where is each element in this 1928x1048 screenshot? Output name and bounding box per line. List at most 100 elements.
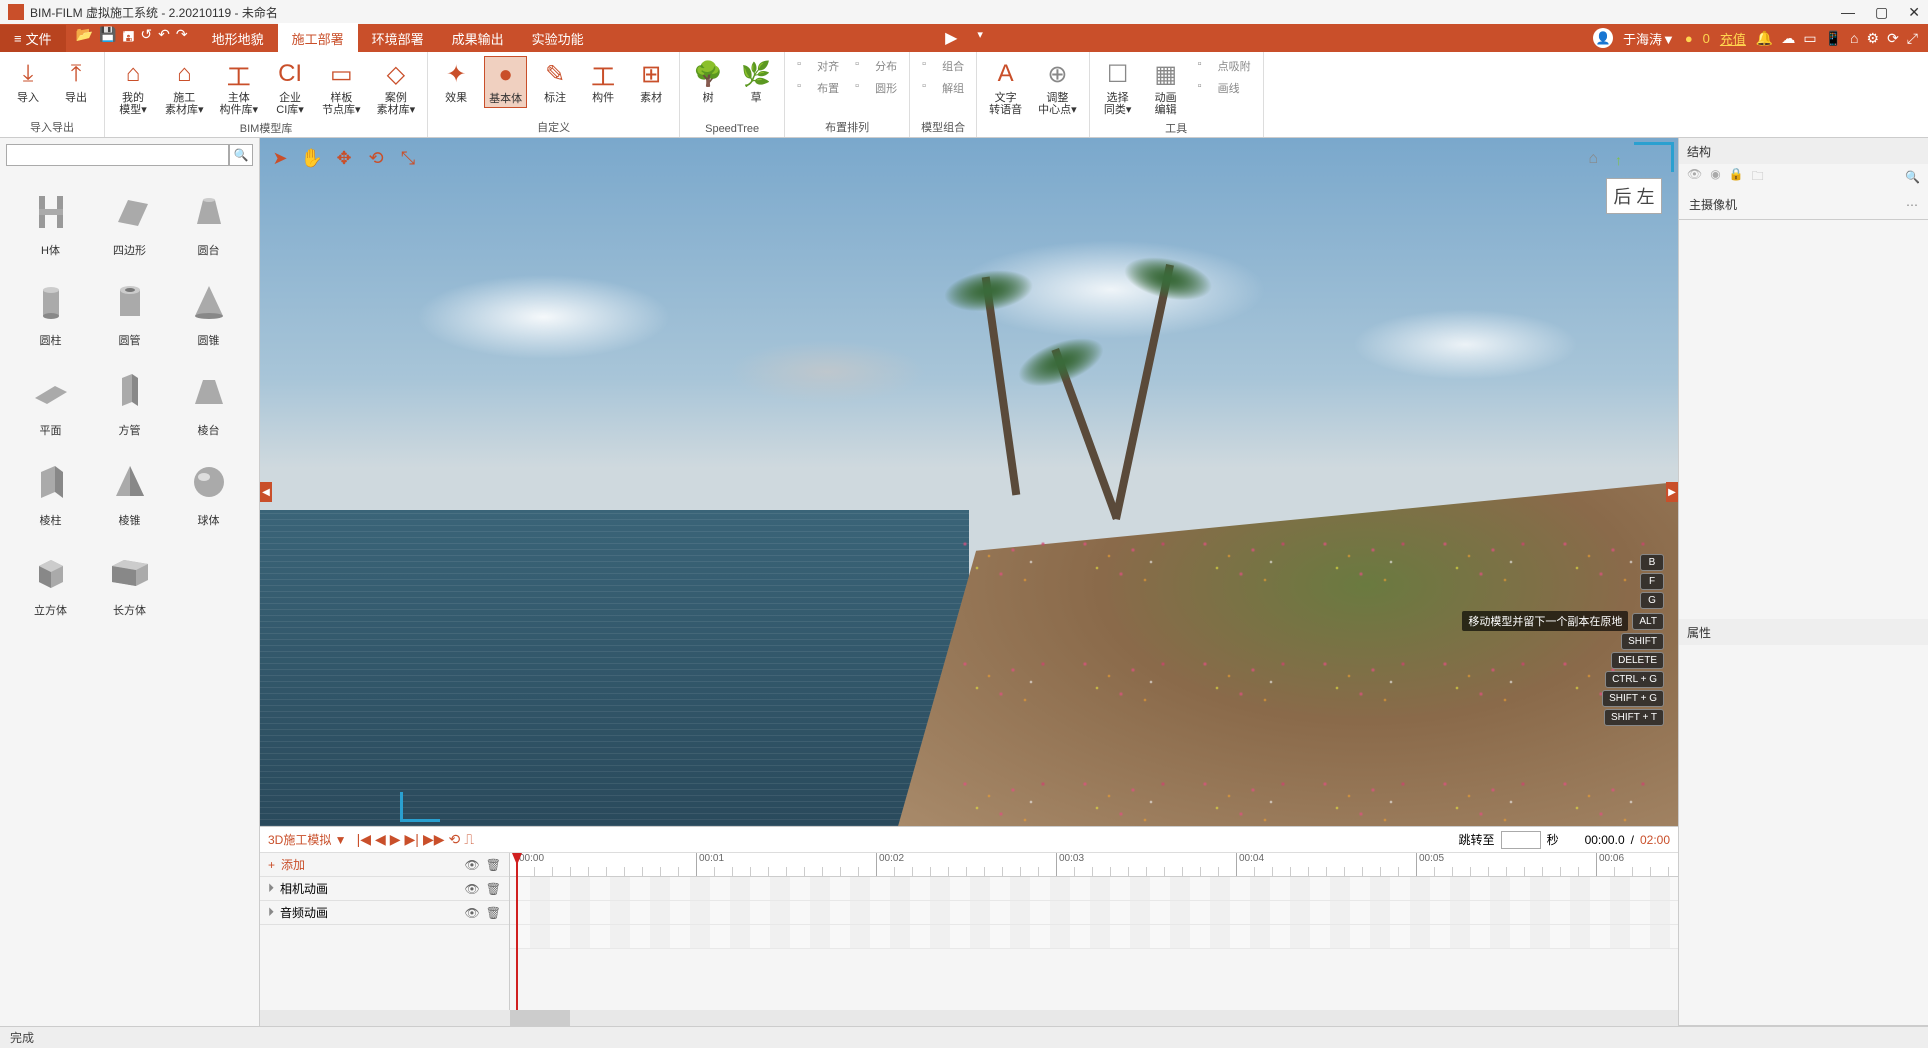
- scale-tool[interactable]: ⤡: [394, 144, 422, 172]
- view-cube[interactable]: 后 左: [1606, 178, 1662, 214]
- cloud-icon[interactable]: ☁: [1781, 30, 1795, 47]
- viewport-3d[interactable]: ➤ ✋ ✥ ⟲ ⤡ ⌂ ↑ 后 左 ◀ ▶ BFG移动模型并留下一个副本在原地A…: [260, 138, 1678, 826]
- maximize-button[interactable]: ▢: [1875, 4, 1888, 21]
- phone-icon[interactable]: 📱: [1825, 30, 1842, 47]
- ribbon-annotate[interactable]: ✎标注: [535, 56, 575, 106]
- tl-play-button[interactable]: ▶: [390, 831, 401, 848]
- rotate-tool[interactable]: ⟲: [362, 144, 390, 172]
- tl-last-button[interactable]: ▶▶: [423, 831, 445, 848]
- ribbon-effect[interactable]: ✦效果: [436, 56, 476, 106]
- ribbon-primitive[interactable]: ●基本体: [484, 56, 527, 108]
- move-tool[interactable]: ✥: [330, 144, 358, 172]
- menu-tab-0[interactable]: 地形地貌: [198, 23, 278, 54]
- shape-tube[interactable]: 圆管: [95, 278, 164, 348]
- ribbon-enterprise-lib[interactable]: CI企业CI库▾: [270, 56, 310, 118]
- minimize-button[interactable]: —: [1841, 4, 1855, 21]
- ribbon-tts[interactable]: A文字转语音: [985, 56, 1026, 118]
- open-icon[interactable]: 📂: [76, 26, 93, 50]
- trash-icon[interactable]: 🗑: [486, 906, 501, 920]
- menu-tab-1[interactable]: 施工部署: [278, 23, 358, 54]
- search-button[interactable]: 🔍: [229, 144, 253, 166]
- ribbon-export[interactable]: ⤒导出: [56, 56, 96, 106]
- user-name[interactable]: 于海涛▼: [1623, 29, 1675, 48]
- history-icon[interactable]: ↺: [140, 26, 152, 50]
- timeline-scrollbar[interactable]: [260, 1010, 1678, 1026]
- trash-icon[interactable]: 🗑: [486, 882, 501, 896]
- home-icon[interactable]: ⌂: [1850, 30, 1858, 47]
- ribbon-drawline[interactable]: ▫画线: [1194, 78, 1255, 98]
- gear-icon[interactable]: ⚙: [1867, 30, 1880, 47]
- ribbon-component[interactable]: 工构件: [583, 56, 623, 106]
- timeline-lane[interactable]: [510, 925, 1678, 949]
- shape-search-input[interactable]: [6, 144, 229, 166]
- play-dropdown[interactable]: ▾: [977, 28, 983, 48]
- redo-icon[interactable]: ↷: [176, 26, 188, 50]
- shape-cube[interactable]: 立方体: [16, 548, 85, 618]
- ribbon-align[interactable]: ▫对齐: [793, 56, 843, 76]
- ribbon-place[interactable]: ▫布置: [793, 78, 843, 98]
- eye-icon[interactable]: 👁: [1687, 167, 1702, 188]
- bell-icon[interactable]: 🔔: [1756, 30, 1773, 47]
- eye-icon[interactable]: 👁: [465, 906, 480, 920]
- shape-cuboid[interactable]: 长方体: [95, 548, 164, 618]
- lock-icon[interactable]: 🔒: [1729, 167, 1744, 188]
- tl-next-button[interactable]: ▶|: [405, 831, 419, 848]
- ribbon-import[interactable]: ⤓导入: [8, 56, 48, 106]
- ribbon-tree[interactable]: 🌳树: [688, 56, 728, 106]
- ribbon-ungroup[interactable]: ▫解组: [918, 78, 968, 98]
- track-item[interactable]: ⏵音频动画: [268, 904, 328, 921]
- ribbon-construction-lib[interactable]: ⌂施工素材库▾: [161, 56, 208, 118]
- menu-tab-4[interactable]: 实验功能: [518, 23, 598, 54]
- shape-prism[interactable]: 棱柱: [16, 458, 85, 528]
- menu-tab-3[interactable]: 成果输出: [438, 23, 518, 54]
- jump-input[interactable]: [1501, 831, 1541, 849]
- view-arrow-icon[interactable]: ↑: [1615, 152, 1622, 168]
- tl-first-button[interactable]: |◀: [357, 831, 371, 848]
- ribbon-adjust-center[interactable]: ⊕调整中心点▾: [1034, 56, 1081, 118]
- track-item[interactable]: ⏵相机动画: [268, 880, 328, 897]
- saveas-icon[interactable]: 🖪: [122, 26, 134, 50]
- menu-tab-2[interactable]: 环境部署: [358, 23, 438, 54]
- file-menu[interactable]: ≡ 文件: [0, 25, 66, 52]
- search-icon[interactable]: 🔍: [1905, 170, 1920, 184]
- ribbon-my-model[interactable]: ⌂我的模型▾: [113, 56, 153, 118]
- view-home-icon[interactable]: ⌂: [1588, 150, 1598, 168]
- tl-loop-button[interactable]: ⟲: [448, 831, 460, 848]
- shape-frustum-cone[interactable]: 圆台: [174, 188, 243, 258]
- ribbon-case-lib[interactable]: ◇案例素材库▾: [373, 56, 420, 118]
- shape-quad[interactable]: 四边形: [95, 188, 164, 258]
- shape-rect-tube[interactable]: 方管: [95, 368, 164, 438]
- user-avatar-icon[interactable]: 👤: [1593, 28, 1613, 48]
- ribbon-template-lib[interactable]: ▭样板节点库▾: [318, 56, 365, 118]
- tl-prev-button[interactable]: ◀: [375, 831, 386, 848]
- ribbon-circle[interactable]: ▫圆形: [851, 78, 901, 98]
- ribbon-select-same[interactable]: ☐选择同类▾: [1098, 56, 1138, 118]
- refresh-icon[interactable]: ⟳: [1887, 30, 1899, 47]
- shape-cylinder[interactable]: 圆柱: [16, 278, 85, 348]
- timeline-lane[interactable]: [510, 901, 1678, 925]
- eye-icon[interactable]: 👁: [465, 858, 480, 872]
- undo-icon[interactable]: ↶: [158, 26, 170, 50]
- add-track-button[interactable]: + 添加: [268, 856, 305, 873]
- recharge-link[interactable]: 充值: [1720, 29, 1746, 48]
- shape-h-body[interactable]: H体: [16, 188, 85, 258]
- pan-tool[interactable]: ✋: [298, 144, 326, 172]
- eye-icon[interactable]: 👁: [465, 882, 480, 896]
- shape-pyramid[interactable]: 棱锥: [95, 458, 164, 528]
- playhead[interactable]: [516, 853, 518, 1010]
- shape-sphere[interactable]: 球体: [174, 458, 243, 528]
- timeline-lane[interactable]: [510, 877, 1678, 901]
- ribbon-main-lib[interactable]: 工主体构件库▾: [216, 56, 263, 118]
- ribbon-anim-edit[interactable]: ▦动画编辑: [1146, 56, 1186, 118]
- expand-icon[interactable]: ⤢: [1907, 30, 1918, 47]
- folder-icon[interactable]: 🗀: [1752, 167, 1764, 188]
- ribbon-group[interactable]: ▫组合: [918, 56, 968, 76]
- screen-icon[interactable]: ▭: [1803, 30, 1816, 47]
- right-panel-toggle[interactable]: ▶: [1666, 482, 1678, 502]
- ribbon-grass[interactable]: 🌿草: [736, 56, 776, 106]
- left-panel-toggle[interactable]: ◀: [260, 482, 272, 502]
- shape-cone[interactable]: 圆锥: [174, 278, 243, 348]
- main-camera-item[interactable]: 主摄像机: [1689, 196, 1737, 213]
- timeline-title[interactable]: 3D施工模拟 ▼: [268, 831, 347, 848]
- close-button[interactable]: ✕: [1908, 4, 1920, 21]
